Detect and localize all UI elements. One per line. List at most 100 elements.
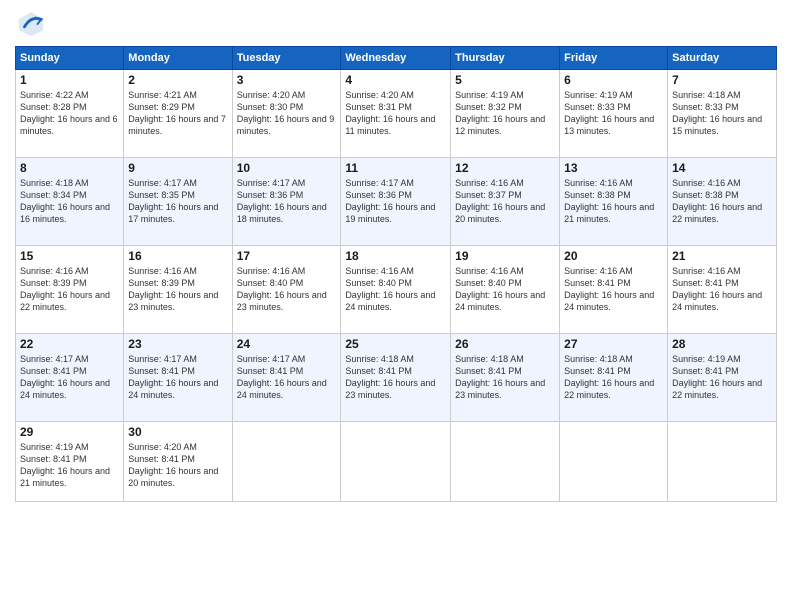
col-header-thursday: Thursday [451, 47, 560, 70]
day-info: Sunrise: 4:19 AM Sunset: 8:32 PM Dayligh… [455, 89, 555, 138]
day-number: 20 [564, 249, 663, 263]
calendar-cell: 5 Sunrise: 4:19 AM Sunset: 8:32 PM Dayli… [451, 70, 560, 158]
calendar-cell: 10 Sunrise: 4:17 AM Sunset: 8:36 PM Dayl… [232, 158, 341, 246]
day-info: Sunrise: 4:20 AM Sunset: 8:31 PM Dayligh… [345, 89, 446, 138]
day-number: 19 [455, 249, 555, 263]
calendar-cell: 11 Sunrise: 4:17 AM Sunset: 8:36 PM Dayl… [341, 158, 451, 246]
calendar-cell: 20 Sunrise: 4:16 AM Sunset: 8:41 PM Dayl… [560, 246, 668, 334]
day-number: 9 [128, 161, 227, 175]
calendar-week-row: 8 Sunrise: 4:18 AM Sunset: 8:34 PM Dayli… [16, 158, 777, 246]
day-info: Sunrise: 4:16 AM Sunset: 8:38 PM Dayligh… [672, 177, 772, 226]
calendar-cell: 4 Sunrise: 4:20 AM Sunset: 8:31 PM Dayli… [341, 70, 451, 158]
calendar-cell: 15 Sunrise: 4:16 AM Sunset: 8:39 PM Dayl… [16, 246, 124, 334]
day-info: Sunrise: 4:16 AM Sunset: 8:39 PM Dayligh… [20, 265, 119, 314]
col-header-saturday: Saturday [668, 47, 777, 70]
day-number: 4 [345, 73, 446, 87]
day-info: Sunrise: 4:16 AM Sunset: 8:37 PM Dayligh… [455, 177, 555, 226]
calendar-cell: 23 Sunrise: 4:17 AM Sunset: 8:41 PM Dayl… [124, 334, 232, 422]
logo-icon [17, 10, 45, 38]
day-info: Sunrise: 4:20 AM Sunset: 8:41 PM Dayligh… [128, 441, 227, 490]
col-header-friday: Friday [560, 47, 668, 70]
day-info: Sunrise: 4:17 AM Sunset: 8:35 PM Dayligh… [128, 177, 227, 226]
day-info: Sunrise: 4:17 AM Sunset: 8:41 PM Dayligh… [128, 353, 227, 402]
day-info: Sunrise: 4:16 AM Sunset: 8:40 PM Dayligh… [345, 265, 446, 314]
day-info: Sunrise: 4:22 AM Sunset: 8:28 PM Dayligh… [20, 89, 119, 138]
day-info: Sunrise: 4:16 AM Sunset: 8:39 PM Dayligh… [128, 265, 227, 314]
day-number: 10 [237, 161, 337, 175]
day-number: 23 [128, 337, 227, 351]
calendar-cell: 28 Sunrise: 4:19 AM Sunset: 8:41 PM Dayl… [668, 334, 777, 422]
day-number: 18 [345, 249, 446, 263]
day-info: Sunrise: 4:18 AM Sunset: 8:41 PM Dayligh… [564, 353, 663, 402]
calendar-cell: 25 Sunrise: 4:18 AM Sunset: 8:41 PM Dayl… [341, 334, 451, 422]
day-info: Sunrise: 4:16 AM Sunset: 8:41 PM Dayligh… [672, 265, 772, 314]
day-number: 6 [564, 73, 663, 87]
day-number: 27 [564, 337, 663, 351]
day-info: Sunrise: 4:18 AM Sunset: 8:33 PM Dayligh… [672, 89, 772, 138]
day-info: Sunrise: 4:18 AM Sunset: 8:34 PM Dayligh… [20, 177, 119, 226]
col-header-monday: Monday [124, 47, 232, 70]
page: SundayMondayTuesdayWednesdayThursdayFrid… [0, 0, 792, 612]
calendar-cell: 18 Sunrise: 4:16 AM Sunset: 8:40 PM Dayl… [341, 246, 451, 334]
calendar-week-row: 15 Sunrise: 4:16 AM Sunset: 8:39 PM Dayl… [16, 246, 777, 334]
calendar-cell: 12 Sunrise: 4:16 AM Sunset: 8:37 PM Dayl… [451, 158, 560, 246]
day-number: 17 [237, 249, 337, 263]
day-number: 30 [128, 425, 227, 439]
day-number: 2 [128, 73, 227, 87]
col-header-tuesday: Tuesday [232, 47, 341, 70]
calendar-cell: 21 Sunrise: 4:16 AM Sunset: 8:41 PM Dayl… [668, 246, 777, 334]
day-info: Sunrise: 4:16 AM Sunset: 8:40 PM Dayligh… [455, 265, 555, 314]
day-info: Sunrise: 4:20 AM Sunset: 8:30 PM Dayligh… [237, 89, 337, 138]
calendar-cell: 16 Sunrise: 4:16 AM Sunset: 8:39 PM Dayl… [124, 246, 232, 334]
calendar-week-row: 1 Sunrise: 4:22 AM Sunset: 8:28 PM Dayli… [16, 70, 777, 158]
day-info: Sunrise: 4:18 AM Sunset: 8:41 PM Dayligh… [345, 353, 446, 402]
day-number: 14 [672, 161, 772, 175]
calendar-cell: 14 Sunrise: 4:16 AM Sunset: 8:38 PM Dayl… [668, 158, 777, 246]
calendar-cell: 17 Sunrise: 4:16 AM Sunset: 8:40 PM Dayl… [232, 246, 341, 334]
day-number: 13 [564, 161, 663, 175]
day-number: 1 [20, 73, 119, 87]
header [15, 10, 777, 38]
day-info: Sunrise: 4:17 AM Sunset: 8:41 PM Dayligh… [237, 353, 337, 402]
day-number: 22 [20, 337, 119, 351]
calendar-cell [451, 422, 560, 502]
calendar-cell: 3 Sunrise: 4:20 AM Sunset: 8:30 PM Dayli… [232, 70, 341, 158]
day-number: 26 [455, 337, 555, 351]
day-number: 3 [237, 73, 337, 87]
day-info: Sunrise: 4:17 AM Sunset: 8:36 PM Dayligh… [237, 177, 337, 226]
logo [15, 10, 45, 38]
calendar-cell: 27 Sunrise: 4:18 AM Sunset: 8:41 PM Dayl… [560, 334, 668, 422]
col-header-sunday: Sunday [16, 47, 124, 70]
calendar-cell: 9 Sunrise: 4:17 AM Sunset: 8:35 PM Dayli… [124, 158, 232, 246]
calendar-cell [668, 422, 777, 502]
day-info: Sunrise: 4:16 AM Sunset: 8:40 PM Dayligh… [237, 265, 337, 314]
calendar-cell: 26 Sunrise: 4:18 AM Sunset: 8:41 PM Dayl… [451, 334, 560, 422]
day-info: Sunrise: 4:17 AM Sunset: 8:41 PM Dayligh… [20, 353, 119, 402]
calendar-cell: 13 Sunrise: 4:16 AM Sunset: 8:38 PM Dayl… [560, 158, 668, 246]
day-info: Sunrise: 4:19 AM Sunset: 8:33 PM Dayligh… [564, 89, 663, 138]
logo-text-block [15, 10, 45, 38]
calendar-week-row: 29 Sunrise: 4:19 AM Sunset: 8:41 PM Dayl… [16, 422, 777, 502]
calendar-week-row: 22 Sunrise: 4:17 AM Sunset: 8:41 PM Dayl… [16, 334, 777, 422]
day-number: 7 [672, 73, 772, 87]
day-number: 15 [20, 249, 119, 263]
day-number: 25 [345, 337, 446, 351]
day-number: 5 [455, 73, 555, 87]
col-header-wednesday: Wednesday [341, 47, 451, 70]
day-number: 11 [345, 161, 446, 175]
day-number: 29 [20, 425, 119, 439]
day-info: Sunrise: 4:21 AM Sunset: 8:29 PM Dayligh… [128, 89, 227, 138]
day-number: 24 [237, 337, 337, 351]
day-number: 16 [128, 249, 227, 263]
calendar-cell [560, 422, 668, 502]
calendar-cell [341, 422, 451, 502]
day-info: Sunrise: 4:17 AM Sunset: 8:36 PM Dayligh… [345, 177, 446, 226]
calendar-cell: 8 Sunrise: 4:18 AM Sunset: 8:34 PM Dayli… [16, 158, 124, 246]
day-number: 8 [20, 161, 119, 175]
calendar-cell: 29 Sunrise: 4:19 AM Sunset: 8:41 PM Dayl… [16, 422, 124, 502]
day-info: Sunrise: 4:19 AM Sunset: 8:41 PM Dayligh… [672, 353, 772, 402]
calendar-table: SundayMondayTuesdayWednesdayThursdayFrid… [15, 46, 777, 502]
calendar-cell [232, 422, 341, 502]
calendar-header-row: SundayMondayTuesdayWednesdayThursdayFrid… [16, 47, 777, 70]
calendar-cell: 30 Sunrise: 4:20 AM Sunset: 8:41 PM Dayl… [124, 422, 232, 502]
